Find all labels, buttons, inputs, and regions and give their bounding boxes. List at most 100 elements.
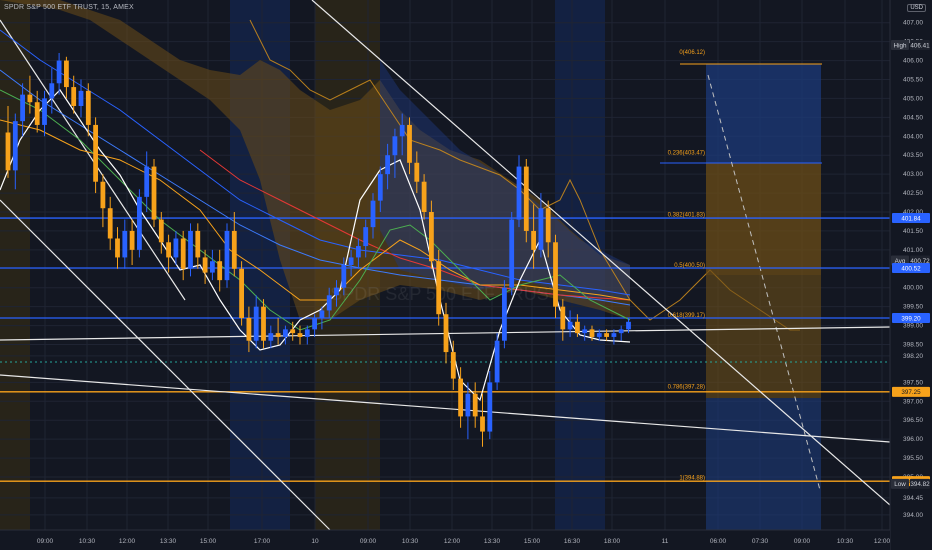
candle-body bbox=[56, 60, 62, 84]
candle-body bbox=[275, 333, 281, 337]
candle-body bbox=[100, 181, 106, 209]
candle-body bbox=[341, 265, 347, 288]
x-tick-label: 09:00 bbox=[360, 538, 377, 545]
y-tick-label: 394.45 bbox=[903, 495, 923, 502]
fib-level-label: 1(394.88) bbox=[679, 476, 705, 482]
candle-body bbox=[377, 174, 383, 201]
candle-body bbox=[487, 382, 493, 432]
y-tick-label: 397.00 bbox=[903, 398, 923, 405]
candle-body bbox=[5, 132, 11, 171]
candle-body bbox=[78, 90, 84, 106]
candle-body bbox=[27, 94, 33, 103]
x-tick-label: 17:00 bbox=[254, 538, 271, 545]
symbol-watermark: SPDR S&P 500 ETF TRUST bbox=[330, 284, 559, 304]
fib-level-label: 0.236(403.47) bbox=[668, 150, 705, 156]
candle-body bbox=[297, 333, 303, 337]
x-tick-label: 10 bbox=[311, 538, 319, 545]
candle-body bbox=[370, 200, 376, 228]
candle-body bbox=[618, 329, 624, 334]
candle-body bbox=[85, 90, 91, 125]
fib-level-label: 0.5(400.50) bbox=[674, 263, 705, 269]
candle-body bbox=[224, 230, 230, 281]
candle-body bbox=[553, 242, 558, 307]
candle-body bbox=[42, 98, 47, 125]
time-axis[interactable]: 09:00 10:30 12:00 13:30 15:00 17:00 10 09:00 10:… bbox=[0, 529, 891, 550]
candle-body bbox=[290, 329, 296, 334]
candle-body bbox=[421, 181, 427, 212]
candle-body bbox=[20, 94, 25, 122]
y-tick-label: 407.00 bbox=[903, 20, 923, 27]
y-tick-label: 403.00 bbox=[903, 171, 923, 178]
x-tick-label: 15:00 bbox=[524, 538, 541, 545]
y-tick-label: 395.50 bbox=[903, 455, 923, 462]
candle-body bbox=[356, 246, 361, 258]
candle-body bbox=[166, 242, 171, 258]
candle-body bbox=[71, 87, 77, 106]
price-label-text: 399.20 bbox=[901, 315, 921, 322]
candle-body bbox=[107, 208, 113, 239]
y-tick-label: 406.00 bbox=[903, 58, 923, 65]
y-tick-label: 403.50 bbox=[903, 152, 923, 159]
candle-body bbox=[246, 318, 252, 341]
candle-body bbox=[348, 257, 354, 265]
candle-body bbox=[589, 329, 595, 337]
candle-body bbox=[231, 230, 237, 269]
candle-body bbox=[472, 393, 478, 417]
candle-body bbox=[385, 155, 390, 175]
x-tick-label: 12:00 bbox=[444, 538, 461, 545]
price-label-text: Low bbox=[894, 481, 906, 488]
y-tick-label: 394.00 bbox=[903, 512, 923, 519]
candle-body bbox=[210, 261, 215, 273]
price-label-text: High bbox=[894, 42, 907, 49]
y-tick-label: 401.00 bbox=[903, 247, 923, 254]
x-tick-label: 09:00 bbox=[37, 538, 54, 545]
candle-body bbox=[545, 208, 551, 243]
x-tick-label: 16:30 bbox=[564, 538, 581, 545]
candle-body bbox=[458, 378, 463, 417]
fib-level-label: 0(406.12) bbox=[679, 50, 705, 56]
candle-body bbox=[137, 196, 142, 250]
candle-body bbox=[34, 102, 40, 125]
candle-body bbox=[516, 166, 522, 220]
x-tick-label: 12:00 bbox=[119, 538, 136, 545]
candle-body bbox=[407, 124, 412, 163]
y-tick-label: 405.00 bbox=[903, 95, 923, 102]
price-label-text: 400.52 bbox=[901, 265, 921, 272]
price-chart[interactable]: SPDR S&P 500 ETF TRUST 0(406.12) 0.236(40… bbox=[0, 0, 932, 550]
y-tick-label: 401.50 bbox=[903, 228, 923, 235]
candle-body bbox=[334, 287, 339, 296]
candle-body bbox=[560, 306, 566, 330]
candle-body bbox=[509, 219, 515, 288]
symbol-title[interactable]: SPDR S&P 500 ETF TRUST, 15, AMEX bbox=[4, 4, 134, 11]
x-tick-label: 12:00 bbox=[874, 538, 891, 545]
candle-body bbox=[144, 166, 150, 197]
candle-body bbox=[173, 238, 179, 258]
candle-body bbox=[399, 124, 405, 137]
candle-body bbox=[253, 306, 259, 341]
x-tick-label: 09:00 bbox=[794, 538, 811, 545]
candle-body bbox=[604, 333, 609, 337]
candle-body bbox=[93, 124, 98, 182]
candle-body bbox=[188, 230, 193, 269]
candle-body bbox=[64, 60, 69, 88]
candle-body bbox=[319, 310, 325, 318]
currency-label[interactable]: USD bbox=[907, 4, 926, 12]
candle-body bbox=[575, 321, 580, 334]
x-tick-label: 07:30 bbox=[752, 538, 769, 545]
fib-level-label: 0.382(401.83) bbox=[668, 212, 705, 218]
price-axis[interactable]: 407.00406.50406.00405.50405.00404.50404.… bbox=[889, 0, 932, 550]
fib-level-label: 0.786(397.28) bbox=[668, 385, 705, 391]
x-tick-label: 11 bbox=[662, 538, 669, 545]
candle-body bbox=[115, 238, 120, 258]
candle-body bbox=[611, 333, 617, 337]
candle-body bbox=[494, 340, 500, 383]
fib-level-label: 0.618(399.17) bbox=[668, 313, 705, 319]
x-tick-label: 10:30 bbox=[402, 538, 419, 545]
candle-body bbox=[465, 393, 471, 417]
candle-body bbox=[304, 329, 310, 337]
y-tick-label: 404.50 bbox=[903, 114, 923, 121]
candle-body bbox=[283, 329, 288, 337]
y-tick-label: 405.50 bbox=[903, 77, 923, 84]
y-tick-label: 404.00 bbox=[903, 133, 923, 140]
candle-body bbox=[217, 261, 223, 281]
